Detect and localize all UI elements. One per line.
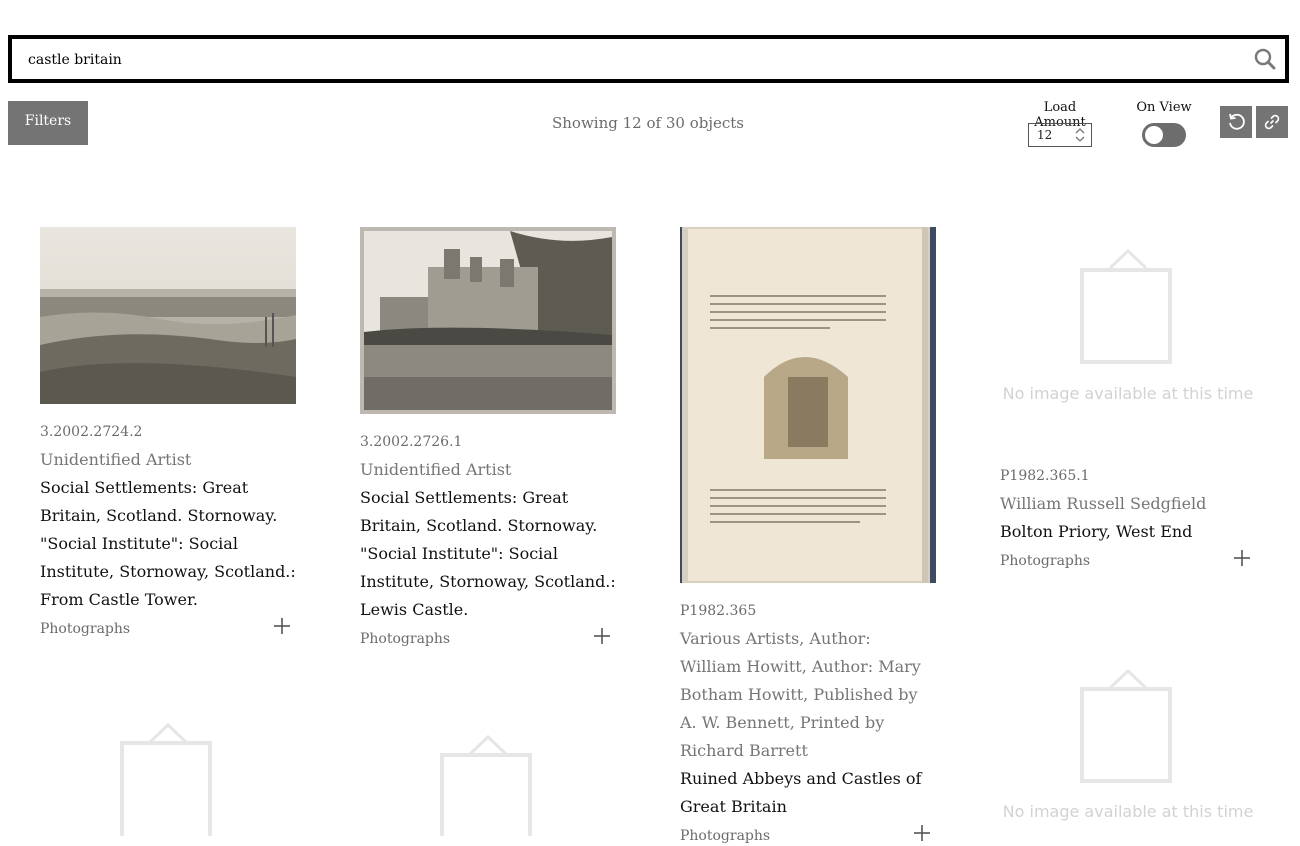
category-row: Photographs bbox=[40, 618, 296, 638]
result-image[interactable] bbox=[40, 227, 296, 404]
category-label: Photographs bbox=[1000, 553, 1091, 569]
object-title[interactable]: Bolton Priory, West End bbox=[1000, 518, 1256, 546]
link-icon bbox=[1264, 114, 1280, 130]
category-row: Photographs bbox=[680, 825, 936, 845]
toggle-knob bbox=[1145, 126, 1163, 144]
category-row: Photographs bbox=[1000, 550, 1256, 570]
stepper-arrows-icon[interactable] bbox=[1075, 126, 1085, 144]
no-image-text: No image available at this time bbox=[1002, 384, 1254, 403]
picture-frame-icon bbox=[120, 722, 212, 836]
object-title[interactable]: Ruined Abbeys and Castles of Great Brita… bbox=[680, 765, 936, 821]
category-row: Photographs bbox=[360, 628, 616, 648]
reset-icon bbox=[1229, 113, 1245, 130]
result-image[interactable] bbox=[680, 227, 936, 583]
picture-frame-icon bbox=[1080, 248, 1172, 364]
result-card: No image available at this time P1982.36… bbox=[1000, 240, 1256, 570]
plus-icon[interactable] bbox=[272, 616, 292, 636]
result-card: P1982.365 Various Artists, Author: Willi… bbox=[680, 227, 936, 845]
artist-name[interactable]: Unidentified Artist bbox=[40, 446, 296, 474]
on-view-toggle[interactable] bbox=[1142, 123, 1186, 147]
load-amount-stepper[interactable]: 12 bbox=[1028, 123, 1092, 147]
result-card: 3.2002.2724.2 Unidentified Artist Social… bbox=[40, 227, 296, 638]
category-label: Photographs bbox=[680, 828, 771, 844]
no-image-placeholder[interactable]: No image available at this time bbox=[1000, 668, 1256, 836]
object-title[interactable]: Social Settlements: Great Britain, Scotl… bbox=[40, 474, 296, 614]
artist-name[interactable]: Various Artists, Author: William Howitt,… bbox=[680, 625, 936, 765]
object-title[interactable]: Social Settlements: Great Britain, Scotl… bbox=[360, 484, 616, 624]
accession-number: 3.2002.2726.1 bbox=[360, 434, 463, 450]
search-input[interactable] bbox=[28, 49, 1228, 71]
category-label: Photographs bbox=[360, 631, 451, 647]
artist-name[interactable]: Unidentified Artist bbox=[360, 456, 616, 484]
load-amount-value: 12 bbox=[1037, 128, 1053, 142]
result-card: 3.2002.2726.1 Unidentified Artist Social… bbox=[360, 227, 616, 648]
on-view-label: On View bbox=[1136, 100, 1192, 115]
result-image[interactable] bbox=[360, 227, 616, 414]
results-count: Showing 12 of 30 objects bbox=[552, 114, 744, 132]
artist-name[interactable]: William Russell Sedgfield bbox=[1000, 490, 1256, 518]
no-image-text: No image available at this time bbox=[1002, 802, 1254, 821]
category-label: Photographs bbox=[40, 621, 131, 637]
plus-icon[interactable] bbox=[592, 626, 612, 646]
plus-icon[interactable] bbox=[912, 823, 932, 843]
search-icon[interactable] bbox=[1253, 47, 1277, 71]
copy-link-button[interactable] bbox=[1256, 106, 1288, 138]
search-bar bbox=[8, 35, 1289, 83]
picture-frame-icon bbox=[440, 734, 532, 836]
reset-button[interactable] bbox=[1220, 106, 1252, 138]
accession-number: 3.2002.2724.2 bbox=[40, 424, 143, 440]
filters-button[interactable]: Filters bbox=[8, 101, 88, 145]
accession-number: P1982.365.1 bbox=[1000, 468, 1090, 484]
no-image-placeholder[interactable]: No image available at this time bbox=[1000, 240, 1256, 460]
accession-number: P1982.365 bbox=[680, 603, 757, 619]
plus-icon[interactable] bbox=[1232, 548, 1252, 568]
